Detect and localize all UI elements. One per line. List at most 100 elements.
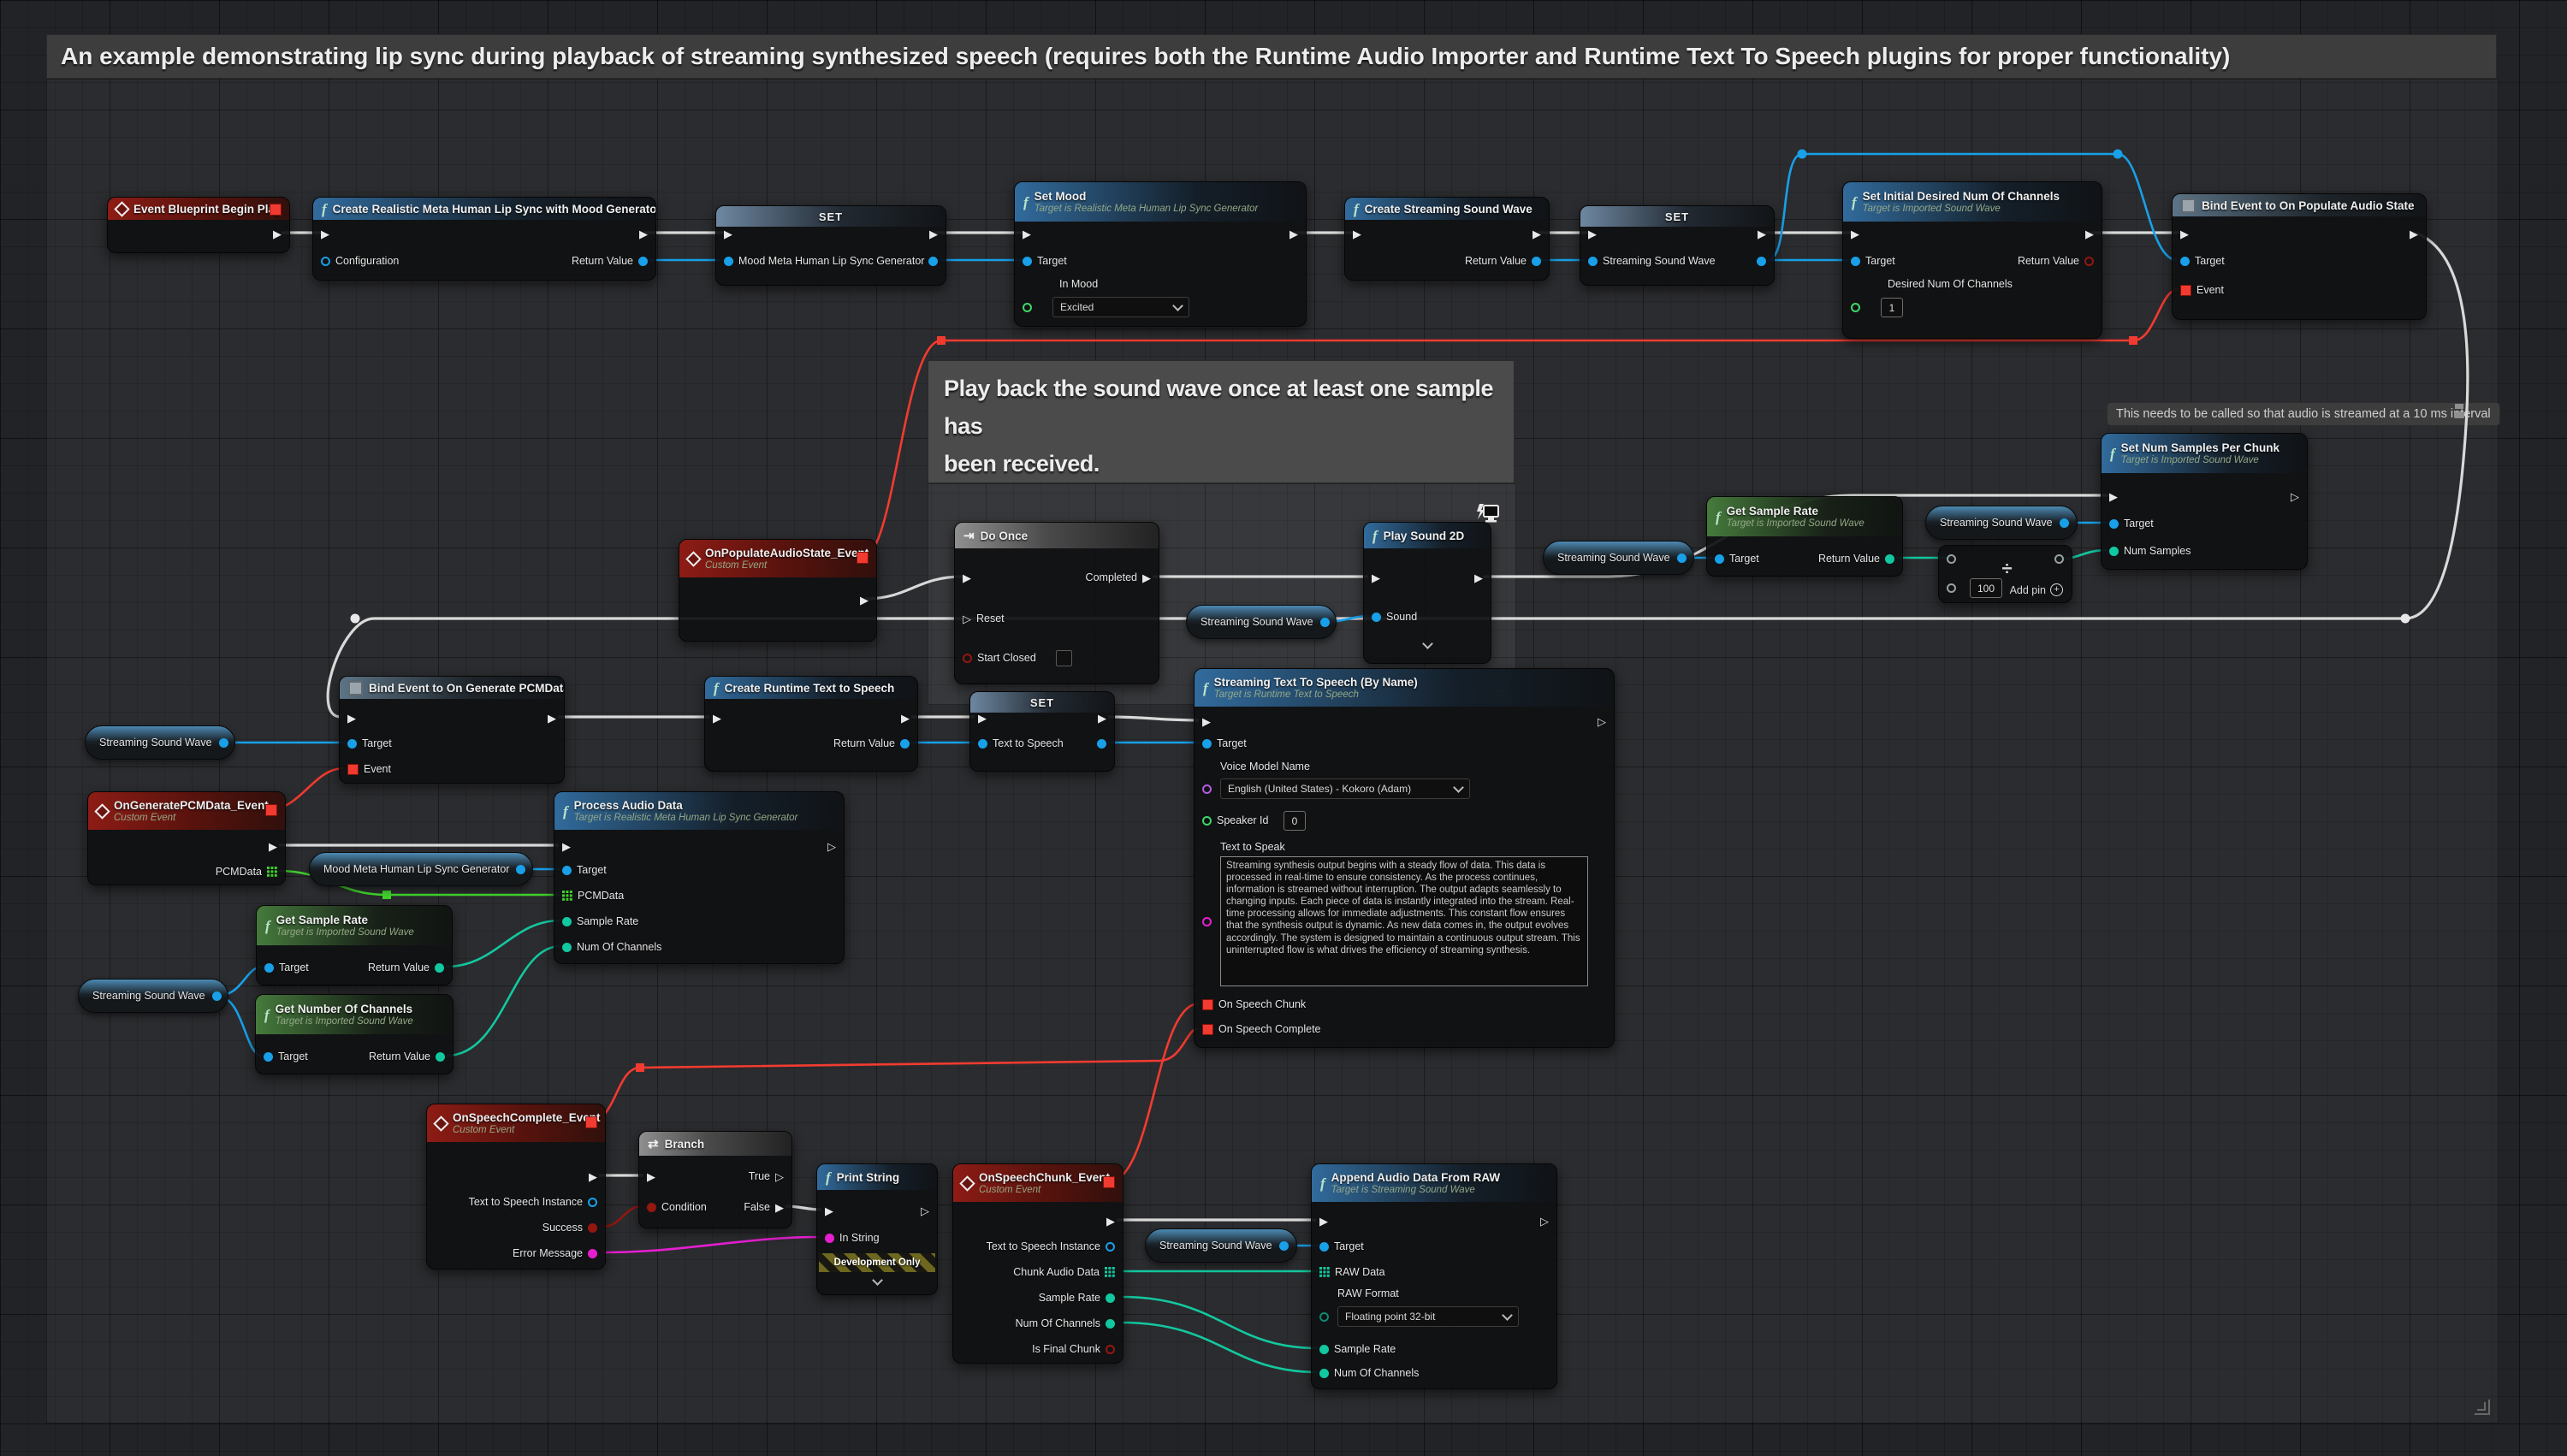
do-once-header[interactable]: ⇥Do Once [955,523,1159,548]
pin-exec-out[interactable]: ▶ [860,595,869,606]
node-print-string[interactable]: fPrint String▶▷In StringDevelopment Only [816,1163,938,1295]
pin-exec-out[interactable]: ▶ [589,1171,597,1182]
pin-target[interactable] [1023,257,1032,266]
pin-byte-in[interactable] [1319,1312,1329,1322]
node-event-begin-play[interactable]: Event Blueprint Begin Play ▶ [107,197,290,253]
set-mood-header[interactable]: fSet MoodTarget is Realistic Meta Human … [1015,182,1306,222]
ongeneratepcmdata-event-header[interactable]: OnGeneratePCMData_EventCustom Event [88,792,285,830]
pin-target[interactable] [1319,1242,1329,1252]
node-set-initial-desired-num-of-channels[interactable]: fSet Initial Desired Num Of ChannelsTarg… [1842,181,2102,339]
pin-target[interactable] [1715,554,1724,564]
pin-target[interactable] [264,963,274,973]
node-streaming-text-to-speech-by-name[interactable]: fStreaming Text To Speech (By Name)Targe… [1194,668,1615,1048]
node-do-once[interactable]: ⇥Do Once▶Completed▶▷ResetStart Closed [954,522,1159,684]
pin-on-speech-chunk[interactable] [1202,999,1213,1010]
pin-exec-out[interactable]: ▷ [827,841,836,852]
var-streaming-sound-wave-1[interactable]: Streaming Sound Wave [1186,605,1337,639]
pin-return-value[interactable] [900,739,910,749]
node-play-sound-2d[interactable]: fPlay Sound 2D▶▶Sound [1363,522,1491,664]
pin-exec-out[interactable]: ▷ [1540,1216,1549,1227]
pin-error-message[interactable] [588,1249,597,1258]
pin-exec-in[interactable]: ▶ [1372,572,1380,583]
node-set-mood-generator[interactable]: SET▶▶Mood Meta Human Lip Sync Generator [715,205,946,286]
pin-exec-in[interactable]: ▶ [647,1171,655,1182]
var-mood-lipsync-generator[interactable]: Mood Meta Human Lip Sync Generator [309,852,533,886]
onspeechcomplete-event-delegate-pin[interactable] [585,1116,597,1128]
pin-exec-out[interactable]: ▶ [273,228,282,240]
pin-completed[interactable]: ▶ [1142,572,1151,583]
pin-exec-in[interactable]: ▶ [562,841,571,852]
divide-value-box[interactable]: 100 [1970,578,2002,598]
pin-exec-in[interactable]: ▶ [978,713,987,724]
streaming-text-to-speech-by-name-dropdown[interactable]: English (United States) - Kokoro (Adam) [1220,778,1470,799]
pin-exec-in[interactable]: ▶ [1588,228,1597,240]
pin-object-out[interactable] [928,257,938,266]
pin-object-out[interactable] [1097,739,1106,749]
pin-exec-in[interactable]: ▶ [1319,1216,1328,1227]
pin-name-in[interactable] [1202,784,1212,794]
ongeneratepcmdata-event-delegate-pin[interactable] [265,804,277,816]
node-onspeechchunk-event[interactable]: OnSpeechChunk_EventCustom Event▶Text to … [952,1163,1123,1364]
var-streaming-sound-wave-4[interactable]: Streaming Sound Wave [85,725,235,760]
pin-wild-out[interactable] [2054,554,2064,564]
set-num-samples-per-chunk-header[interactable]: fSet Num Samples Per ChunkTarget is Impo… [2102,434,2307,473]
onpopulateaudiostate-event-header[interactable]: OnPopulateAudioState_EventCustom Event [679,540,876,577]
onspeechchunk-event-header[interactable]: OnSpeechChunk_EventCustom Event [953,1164,1123,1202]
pin-streaming-sound-wave-out[interactable] [2060,518,2069,528]
pin-exec-out[interactable]: ▶ [1532,228,1541,240]
pin-target[interactable] [264,1052,273,1062]
node-set-streaming-sound-wave[interactable]: SET▶▶Streaming Sound Wave [1580,205,1775,286]
node-onpopulateaudiostate-event[interactable]: OnPopulateAudioState_EventCustom Event ▶ [679,539,877,642]
pin-exec-out[interactable]: ▶ [2410,228,2418,240]
pin-on-speech-complete[interactable] [1202,1024,1213,1035]
pin-raw-data[interactable] [1319,1267,1330,1277]
pin-event[interactable] [2180,285,2191,296]
pin-return-value[interactable] [435,963,444,973]
pin-configuration[interactable] [321,257,330,266]
pin-sound[interactable] [1372,613,1381,622]
pin-is-final-chunk[interactable] [1106,1345,1115,1354]
pin-sample-rate[interactable] [562,917,572,926]
pin-enum-in[interactable] [1851,303,1860,312]
pin-exec-in[interactable]: ▶ [825,1205,833,1216]
advanced-pins-toggle[interactable] [1364,642,1491,648]
pin-exec-out[interactable]: ▶ [2085,228,2094,240]
pin-exec-out[interactable]: ▶ [1106,1216,1115,1227]
pin-streaming-sound-wave-out[interactable] [1320,618,1330,627]
pin-target[interactable] [2180,257,2190,266]
pin-num-of-channels[interactable] [562,943,572,952]
node-set-mood[interactable]: fSet MoodTarget is Realistic Meta Human … [1014,181,1307,327]
pin-wild-in[interactable] [1947,554,1956,564]
var-streaming-sound-wave-5[interactable]: Streaming Sound Wave [78,979,228,1013]
pin-exec-in[interactable]: ▶ [2109,491,2118,502]
pin-sample-rate[interactable] [1319,1345,1329,1354]
pin-return-value[interactable] [638,257,648,266]
set-initial-desired-num-of-channels-header[interactable]: fSet Initial Desired Num Of ChannelsTarg… [1843,182,2102,222]
node-append-audio-data-from-raw[interactable]: fAppend Audio Data From RAWTarget is Str… [1311,1163,1557,1389]
pin-exec-in[interactable]: ▶ [724,228,732,240]
pin-condition[interactable] [647,1203,656,1212]
pin-exec-out[interactable]: ▶ [548,713,556,724]
pin-exec-in[interactable]: ▶ [2180,228,2189,240]
pin-success[interactable] [588,1223,597,1233]
pin-return-value[interactable] [436,1052,445,1062]
do-once-checkbox[interactable] [1056,650,1072,666]
event-begin-play-header[interactable]: Event Blueprint Begin Play [108,198,289,220]
pin-start-closed[interactable] [963,654,972,663]
pin-target[interactable] [2109,519,2119,529]
bind-event-on-populate-audio-state-header[interactable]: Bind Event to On Populate Audio State [2173,194,2426,216]
node-process-audio-data[interactable]: fProcess Audio DataTarget is Realistic M… [554,791,845,964]
pin-exec-out[interactable]: ▷ [921,1205,929,1216]
node-divide[interactable]: 100÷Add pin+ [1938,545,2072,603]
pin-target[interactable] [1202,739,1212,749]
append-audio-data-from-raw-header[interactable]: fAppend Audio Data From RAWTarget is Str… [1312,1164,1556,1202]
pin-in-string[interactable] [825,1234,834,1243]
get-number-of-channels-header[interactable]: fGet Number Of ChannelsTarget is Importe… [256,995,453,1034]
pin-exec-in[interactable]: ▶ [1851,228,1859,240]
pin-string-in[interactable] [1202,917,1212,926]
pin-text-to-speech-instance[interactable] [588,1198,597,1207]
streaming-text-to-speech-by-name-value-box[interactable]: 0 [1284,811,1306,831]
pin-false[interactable]: ▶ [775,1202,784,1213]
onpopulateaudiostate-event-delegate-pin[interactable] [857,552,869,564]
process-audio-data-header[interactable]: fProcess Audio DataTarget is Realistic M… [554,792,844,830]
